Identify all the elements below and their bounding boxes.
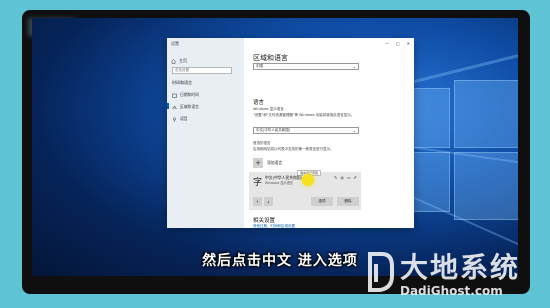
language-glyph-icon: 字 xyxy=(253,178,263,188)
chevron-down-icon: ⌄ xyxy=(352,64,356,69)
search-placeholder: 查找设置 xyxy=(175,68,189,72)
country-dropdown-value: 中国 xyxy=(256,64,263,68)
chevron-down-icon: ⌄ xyxy=(352,128,356,133)
options-button[interactable]: 选项 xyxy=(311,197,333,206)
display-language-dropdown[interactable]: 中文(中华人民共和国) ⌄ xyxy=(253,127,359,134)
remove-button-label: 删除 xyxy=(344,199,352,203)
watermark-text-en: DadiGhost.com xyxy=(400,284,503,298)
brand-logo-icon xyxy=(368,252,394,292)
microphone-icon: ◍ xyxy=(340,175,344,180)
sidebar-item-label: 日期和时间 xyxy=(180,92,199,97)
preferred-language-label: 首选的语言 xyxy=(253,141,271,145)
settings-sidebar: 设置 主页 查找设置 时间和语言 日期和时间 区域和语言 语音 xyxy=(167,38,244,228)
home-icon xyxy=(171,58,176,64)
sidebar-home-label: 主页 xyxy=(179,58,187,63)
watermark: 大地系统 DadiGhost.com xyxy=(360,246,550,306)
sidebar-section-title: 时间和语言 xyxy=(172,80,192,85)
remove-button[interactable]: 删除 xyxy=(337,197,359,206)
watermark-text-cn: 大地系统 xyxy=(400,251,521,284)
preferred-language-desc: 应用和网站将以列表中支持的第一种语言进行显示。 xyxy=(253,147,334,151)
sidebar-item-region-language[interactable]: 区域和语言 xyxy=(167,103,199,110)
move-down-button[interactable]: ↓ xyxy=(264,197,273,206)
speech-icon: ▭ xyxy=(346,175,351,180)
related-settings-heading: 相关设置 xyxy=(253,218,276,224)
sidebar-item-label: 语音 xyxy=(180,116,188,121)
language-feature-icons: ✎ ◍ ▭ ✐ xyxy=(334,175,357,180)
cursor-highlight xyxy=(302,174,314,186)
microphone-icon xyxy=(172,116,177,122)
display-language-label: Windows 显示语言 xyxy=(253,107,284,111)
move-up-button[interactable]: ↑ xyxy=(253,197,262,206)
add-language-label: 添加语言 xyxy=(267,160,283,165)
sidebar-item-date-time[interactable]: 日期和时间 xyxy=(172,92,199,98)
country-dropdown[interactable]: 中国 ⌄ xyxy=(253,63,359,70)
window-title: 设置 xyxy=(171,41,179,46)
handwriting-icon: ✐ xyxy=(353,175,357,180)
arrow-up-icon: ↑ xyxy=(256,199,259,204)
tutorial-caption: 然后点击中文 进入选项 xyxy=(202,253,358,269)
page-title: 区域和语言 xyxy=(253,54,288,62)
settings-search-input[interactable]: 查找设置 xyxy=(172,67,232,74)
languages-heading: 语言 xyxy=(253,100,265,106)
arrow-down-icon: ↓ xyxy=(267,199,270,204)
sidebar-item-speech[interactable]: 语音 xyxy=(172,116,188,122)
options-button-label: 选项 xyxy=(318,199,326,203)
sidebar-item-label: 区域和语言 xyxy=(180,104,199,109)
desktop-screen: 设置 主页 查找设置 时间和语言 日期和时间 区域和语言 语音 — □ ✕ 区域… xyxy=(32,18,518,276)
display-language-desc: "设置"和"文件资源管理器"等 Windows 功能将使用此语言显示。 xyxy=(253,113,355,117)
language-icon xyxy=(172,105,177,109)
settings-content: 区域和语言 中国 ⌄ 语言 Windows 显示语言 "设置"和"文件资源管理器… xyxy=(249,38,408,229)
language-subtitle: Windows 显示语言 xyxy=(265,181,293,185)
display-language-value: 中文(中华人民共和国) xyxy=(256,128,291,132)
sidebar-home[interactable]: 主页 xyxy=(171,58,187,64)
calendar-clock-icon xyxy=(172,93,177,98)
related-settings-link[interactable]: 其他日期、时间和区域设置 xyxy=(253,224,295,229)
add-language-button[interactable]: + 添加语言 xyxy=(253,158,282,168)
plus-icon: + xyxy=(253,158,263,168)
settings-window: 设置 主页 查找设置 时间和语言 日期和时间 区域和语言 语音 — □ ✕ 区域… xyxy=(167,38,414,228)
pen-icon: ✎ xyxy=(334,175,338,180)
